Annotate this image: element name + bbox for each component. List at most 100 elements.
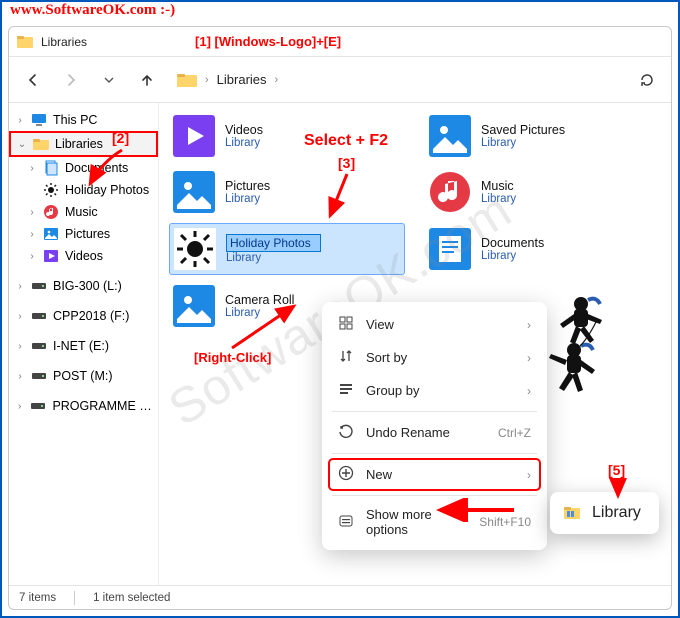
- sidebar-item-cpp2018-f-[interactable]: › CPP2018 (F:): [9, 305, 158, 327]
- sidebar-item-holiday-photos[interactable]: Holiday Photos: [9, 179, 158, 201]
- sidebar-item-programme-d-[interactable]: › PROGRAMME (D:): [9, 395, 158, 417]
- chevron-icon: ›: [15, 371, 25, 382]
- sidebar-item-label: Documents: [65, 161, 128, 175]
- context-submenu: Library: [550, 492, 659, 534]
- library-subtext: Library: [225, 137, 263, 149]
- sidebar-item-big-300-l-[interactable]: › BIG-300 (L:): [9, 275, 158, 297]
- library-item-documents[interactable]: DocumentsLibrary: [425, 223, 661, 275]
- toolbar: › Libraries ›: [9, 57, 671, 103]
- sidebar-item-libraries[interactable]: ⌄ Libraries: [9, 131, 158, 157]
- more-icon: [338, 513, 354, 532]
- rename-input[interactable]: [226, 234, 321, 252]
- sidebar-item-label: POST (M:): [53, 369, 113, 383]
- sort-icon: [338, 348, 354, 367]
- menu-item-sort-by[interactable]: Sort by›: [328, 341, 541, 374]
- library-subtext: Library: [481, 250, 544, 262]
- sidebar[interactable]: ›This PC⌄Libraries›DocumentsHoliday Phot…: [9, 103, 159, 585]
- menu-item-undo-rename[interactable]: Undo Rename Ctrl+Z: [328, 416, 541, 449]
- chevron-icon: ›: [27, 229, 37, 240]
- chevron-down-icon[interactable]: [93, 64, 125, 96]
- plus-icon: [338, 465, 354, 484]
- library-item-pictures[interactable]: PicturesLibrary: [169, 167, 405, 217]
- chevron-icon: ›: [27, 251, 37, 262]
- separator: [332, 411, 537, 412]
- library-icon: [174, 228, 216, 270]
- library-name: Camera Roll: [225, 293, 294, 307]
- menu-item-show-more-options[interactable]: Show more options Shift+F10: [328, 500, 541, 544]
- context-menu: View›Sort by›Group by›Undo RenameCtrl+ZN…: [322, 302, 547, 550]
- library-item-holiday-photos[interactable]: Library: [169, 223, 405, 275]
- chevron-right-icon: ›: [275, 74, 279, 86]
- sidebar-item-i-net-e-[interactable]: › I-NET (E:): [9, 335, 158, 357]
- chevron-icon: ›: [15, 311, 25, 322]
- sidebar-item-post-m-[interactable]: › POST (M:): [9, 365, 158, 387]
- menu-label: Group by: [366, 383, 419, 398]
- page-url: www.SoftwareOK.com :-): [10, 2, 175, 19]
- sidebar-item-videos[interactable]: › Videos: [9, 245, 158, 267]
- sidebar-item-label: Libraries: [55, 137, 103, 151]
- library-name: Music: [481, 179, 516, 193]
- shortcut-label: Ctrl+Z: [498, 426, 531, 440]
- chevron-right-icon: ›: [205, 74, 209, 86]
- menu-item-new[interactable]: New›: [328, 458, 541, 491]
- library-subtext: Library: [225, 307, 294, 319]
- chevron-icon: ›: [15, 341, 25, 352]
- library-subtext: Library: [481, 193, 516, 205]
- address-bar[interactable]: › Libraries ›: [169, 68, 625, 92]
- sidebar-item-music[interactable]: ›Music: [9, 201, 158, 223]
- titlebar: Libraries [1] [Windows-Logo]+[E]: [9, 27, 671, 57]
- library-name: Saved Pictures: [481, 123, 565, 137]
- library-subtext: Library: [225, 193, 270, 205]
- decorative-figures: [526, 292, 616, 402]
- library-icon: [429, 171, 471, 213]
- library-icon: [564, 505, 580, 521]
- breadcrumb[interactable]: Libraries: [217, 72, 267, 87]
- sidebar-item-label: CPP2018 (F:): [53, 309, 129, 323]
- separator: [332, 495, 537, 496]
- library-name: Videos: [225, 123, 263, 137]
- refresh-button[interactable]: [631, 64, 663, 96]
- chevron-icon: ›: [15, 281, 25, 292]
- back-button[interactable]: [17, 64, 49, 96]
- chevron-icon: ›: [27, 207, 37, 218]
- chevron-icon: ›: [15, 401, 24, 412]
- folder-icon: [17, 34, 33, 50]
- statusbar: 7 items 1 item selected: [9, 585, 671, 609]
- menu-item-view[interactable]: View›: [328, 308, 541, 341]
- sidebar-item-pictures[interactable]: › Pictures: [9, 223, 158, 245]
- sidebar-item-label: Pictures: [65, 227, 110, 241]
- divider: [74, 591, 75, 605]
- chevron-right-icon: ›: [527, 468, 531, 482]
- sidebar-item-this-pc[interactable]: › This PC: [9, 109, 158, 131]
- library-icon: [429, 228, 471, 270]
- submenu-item-library[interactable]: Library: [556, 498, 653, 528]
- forward-button[interactable]: [55, 64, 87, 96]
- library-item-music[interactable]: MusicLibrary: [425, 167, 661, 217]
- view-icon: [338, 315, 354, 334]
- sidebar-item-label: Videos: [65, 249, 103, 263]
- separator: [332, 453, 537, 454]
- up-button[interactable]: [131, 64, 163, 96]
- menu-label: Undo Rename: [366, 425, 450, 440]
- library-item-saved-pictures[interactable]: Saved PicturesLibrary: [425, 111, 661, 161]
- window-title: Libraries: [41, 35, 87, 49]
- sidebar-item-label: PROGRAMME (D:): [52, 399, 154, 413]
- shortcut-label: Shift+F10: [479, 515, 531, 529]
- library-item-videos[interactable]: VideosLibrary: [169, 111, 405, 161]
- status-items: 7 items: [19, 592, 56, 604]
- undo-icon: [338, 423, 354, 442]
- library-name: Pictures: [225, 179, 270, 193]
- menu-item-group-by[interactable]: Group by›: [328, 374, 541, 407]
- sidebar-item-documents[interactable]: ›Documents: [9, 157, 158, 179]
- library-name: Documents: [481, 236, 544, 250]
- sidebar-item-label: This PC: [53, 113, 97, 127]
- menu-label: View: [366, 317, 394, 332]
- chevron-icon: ›: [15, 115, 25, 126]
- sidebar-item-label: Holiday Photos: [65, 183, 149, 197]
- library-subtext: Library: [226, 252, 321, 264]
- chevron-icon: ⌄: [17, 139, 27, 150]
- sidebar-item-label: I-NET (E:): [53, 339, 109, 353]
- menu-label: Show more options: [366, 507, 467, 537]
- sidebar-item-label: BIG-300 (L:): [53, 279, 122, 293]
- annotation-1: [1] [Windows-Logo]+[E]: [195, 34, 341, 49]
